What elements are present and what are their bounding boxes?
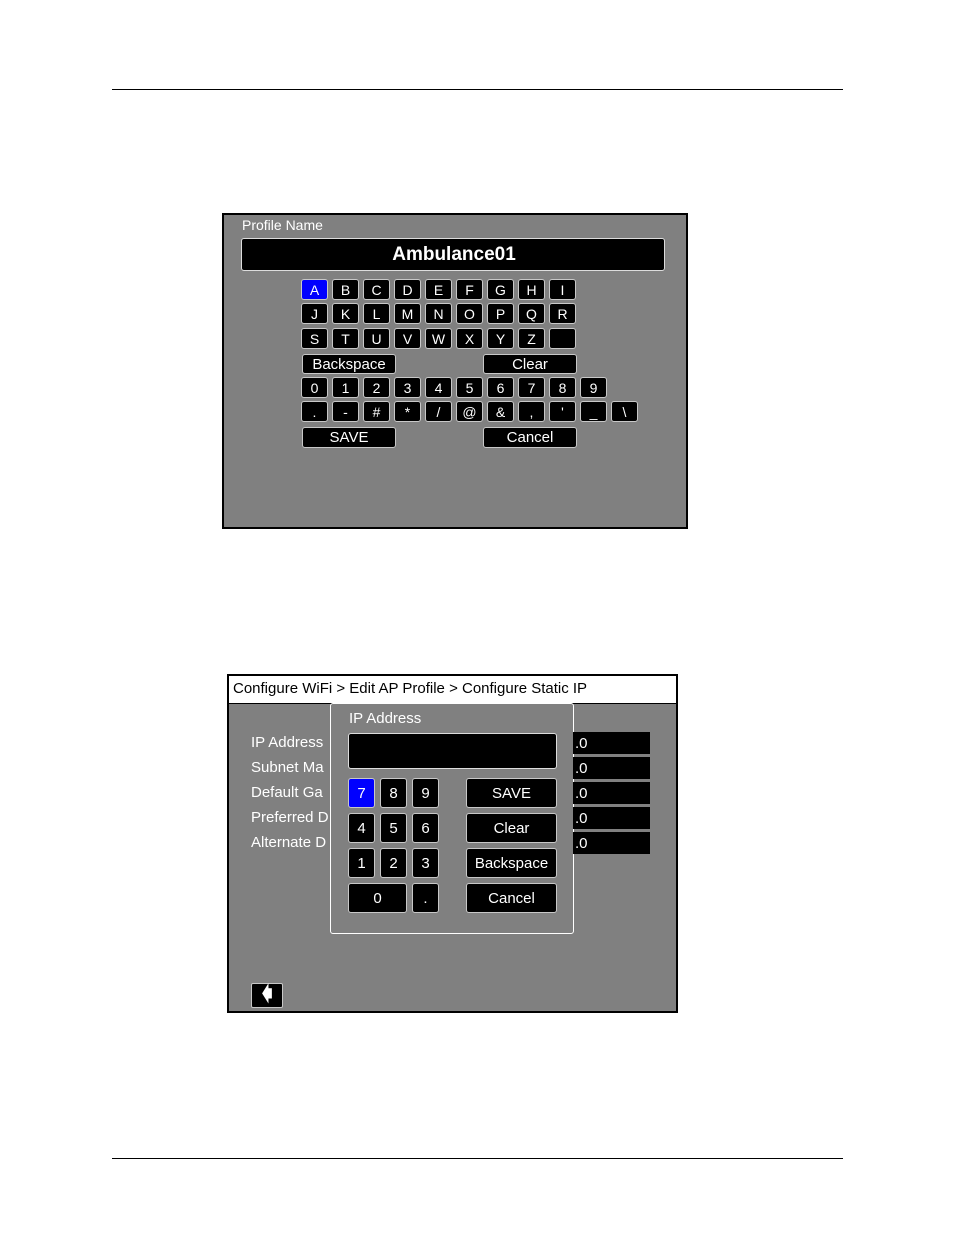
key-M[interactable]: M [394,303,421,324]
backspace-button[interactable]: Backspace [302,354,396,374]
key-B[interactable]: B [332,279,359,300]
key-V[interactable]: V [394,328,421,349]
key-6[interactable]: 6 [487,377,514,398]
key-C[interactable]: C [363,279,390,300]
numpad-key-9[interactable]: 9 [412,778,439,808]
ip-address-input[interactable] [348,733,557,769]
key-Y[interactable]: Y [487,328,514,349]
key-/[interactable]: / [425,401,452,422]
profile-name-title: Profile Name [242,217,323,233]
save-button[interactable]: SAVE [466,778,557,808]
clear-button[interactable]: Clear [483,354,577,374]
ip-setting-label: Default Ga [251,784,323,801]
key-Z[interactable]: Z [518,328,545,349]
key-E[interactable]: E [425,279,452,300]
dialog-title: IP Address [349,710,422,727]
key-'[interactable]: ' [549,401,576,422]
numpad-key-4[interactable]: 4 [348,813,375,843]
numpad-key-7[interactable]: 7 [348,778,375,808]
profile-name-input[interactable]: Ambulance01 [241,238,665,271]
key-.[interactable]: . [301,401,328,422]
key-3[interactable]: 3 [394,377,421,398]
ip-setting-label: IP Address [251,734,324,751]
key-R[interactable]: R [549,303,576,324]
key-X[interactable]: X [456,328,483,349]
configure-static-ip-screen: Configure WiFi > Edit AP Profile > Confi… [227,674,678,1013]
key-\[interactable]: \ [611,401,638,422]
key-&[interactable]: & [487,401,514,422]
key-A[interactable]: A [301,279,328,300]
ip-setting-label: Subnet Ma [251,759,324,776]
key-9[interactable]: 9 [580,377,607,398]
key--[interactable]: - [332,401,359,422]
numpad-key-3[interactable]: 3 [412,848,439,878]
key-space[interactable] [549,328,576,349]
arrow-left-icon: 🡀 [261,980,273,1006]
key-N[interactable]: N [425,303,452,324]
key-*[interactable]: * [394,401,421,422]
ip-setting-field[interactable]: .0 [573,732,650,754]
ip-setting-label: Alternate D [251,834,327,851]
breadcrumb: Configure WiFi > Edit AP Profile > Confi… [233,680,588,697]
key-I[interactable]: I [549,279,576,300]
numpad-key-8[interactable]: 8 [380,778,407,808]
cancel-button[interactable]: Cancel [466,883,557,913]
key-D[interactable]: D [394,279,421,300]
key-7[interactable]: 7 [518,377,545,398]
key-L[interactable]: L [363,303,390,324]
numpad-key-0[interactable]: 0 [348,883,407,913]
footer-rule [112,1158,843,1159]
key-Q[interactable]: Q [518,303,545,324]
clear-button[interactable]: Clear [466,813,557,843]
numpad-key-6[interactable]: 6 [412,813,439,843]
key-#[interactable]: # [363,401,390,422]
numpad-key-1[interactable]: 1 [348,848,375,878]
key-O[interactable]: O [456,303,483,324]
ip-setting-field[interactable]: .0 [573,807,650,829]
key-2[interactable]: 2 [363,377,390,398]
ip-setting-field[interactable]: .0 [573,782,650,804]
header-rule [112,89,843,90]
key-G[interactable]: G [487,279,514,300]
key-0[interactable]: 0 [301,377,328,398]
key-_[interactable]: _ [580,401,607,422]
key-4[interactable]: 4 [425,377,452,398]
key-U[interactable]: U [363,328,390,349]
key-,[interactable]: , [518,401,545,422]
key-K[interactable]: K [332,303,359,324]
numpad-key-5[interactable]: 5 [380,813,407,843]
key-W[interactable]: W [425,328,452,349]
key-1[interactable]: 1 [332,377,359,398]
key-S[interactable]: S [301,328,328,349]
key-5[interactable]: 5 [456,377,483,398]
profile-name-keyboard: Profile Name Ambulance01 Backspace Clear… [222,213,688,529]
key-8[interactable]: 8 [549,377,576,398]
key-J[interactable]: J [301,303,328,324]
ip-setting-field[interactable]: .0 [573,832,650,854]
save-button[interactable]: SAVE [302,427,396,448]
ip-setting-label: Preferred D [251,809,329,826]
cancel-button[interactable]: Cancel [483,427,577,448]
key-@[interactable]: @ [456,401,483,422]
title-bar: Configure WiFi > Edit AP Profile > Confi… [229,676,676,704]
key-F[interactable]: F [456,279,483,300]
key-P[interactable]: P [487,303,514,324]
ip-setting-field[interactable]: .0 [573,757,650,779]
numpad-key-dot[interactable]: . [412,883,439,913]
back-button[interactable]: 🡀 [251,981,283,1008]
backspace-button[interactable]: Backspace [466,848,557,878]
key-H[interactable]: H [518,279,545,300]
numpad-key-2[interactable]: 2 [380,848,407,878]
ip-address-dialog: IP Address SAVE Clear Backspace Cancel 7… [330,703,574,934]
key-T[interactable]: T [332,328,359,349]
